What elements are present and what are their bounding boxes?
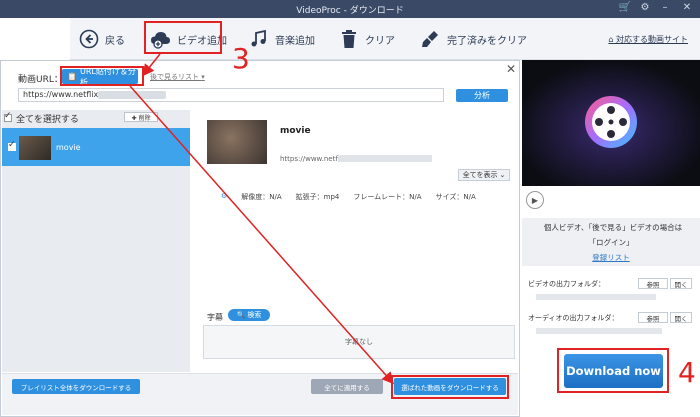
annotation-arrows [129,53,394,385]
